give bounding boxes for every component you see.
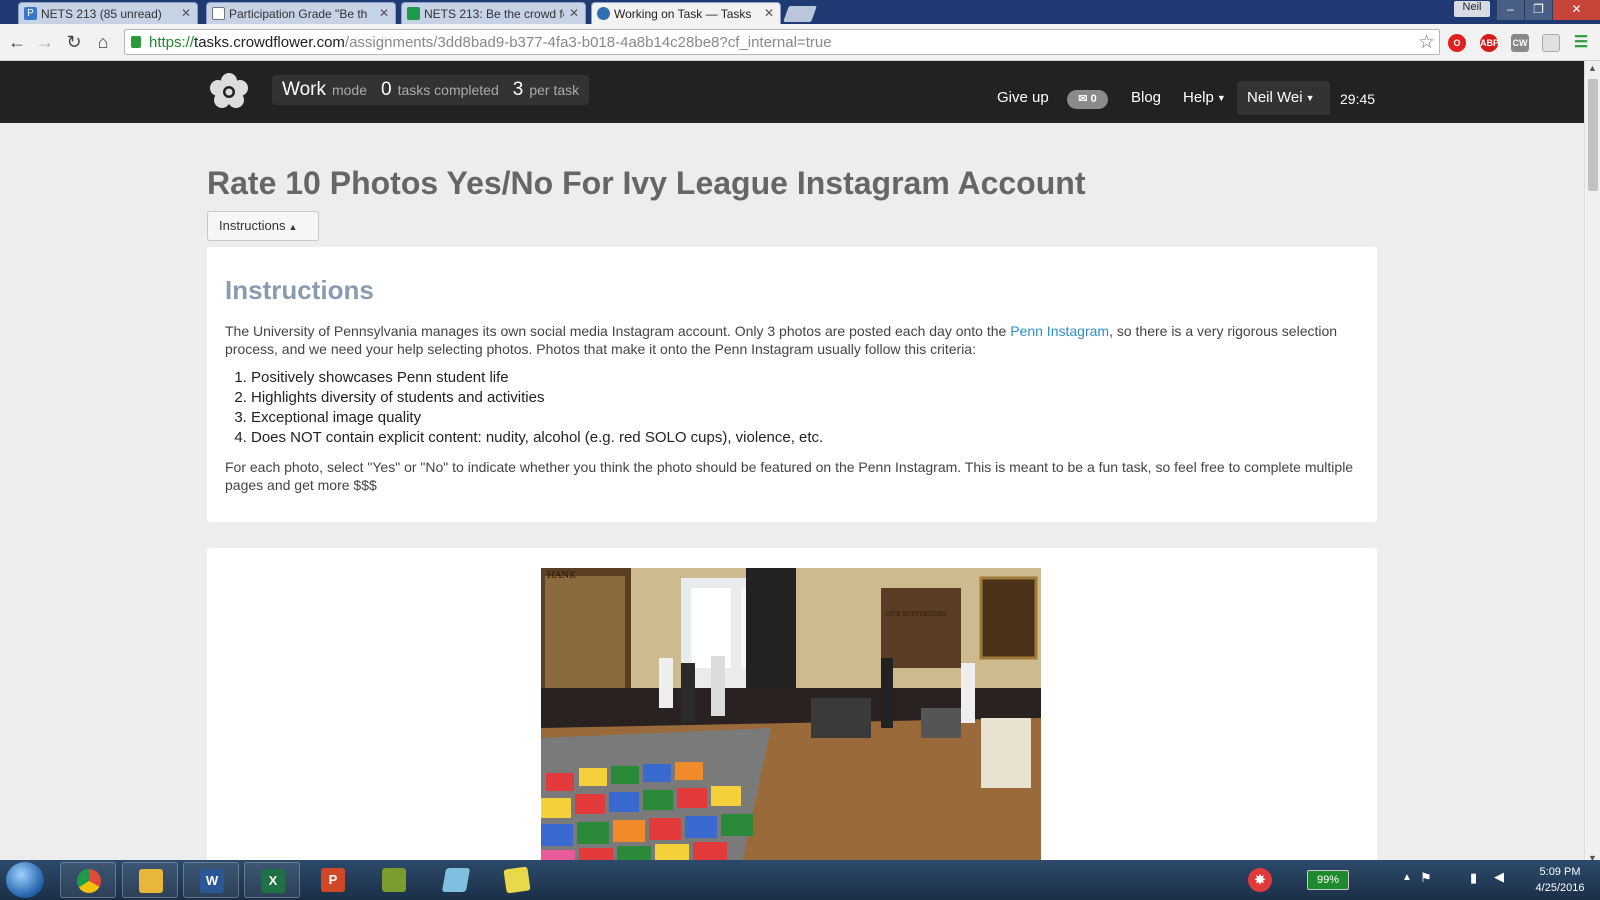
browser-tab[interactable]: NETS 213: Be the crowd fo ✕ — [401, 2, 586, 24]
start-button[interactable] — [6, 862, 44, 898]
instructions-heading: Instructions — [225, 275, 374, 305]
maximize-icon[interactable]: ❐ — [1524, 0, 1552, 20]
home-icon[interactable]: ⌂ — [92, 32, 114, 52]
profile-button[interactable]: Neil — [1454, 1, 1490, 17]
page-icon[interactable] — [1542, 34, 1560, 52]
criteria-list: Positively showcases Penn student life H… — [251, 368, 1359, 448]
powerpoint-icon: P — [321, 868, 345, 892]
browser-tab-strip: P NETS 213 (85 unread) ✕ Participation G… — [0, 0, 1600, 24]
abp-icon[interactable]: ABP — [1480, 34, 1499, 52]
document-icon — [212, 7, 225, 20]
task-timer: 29:45 — [1340, 91, 1376, 107]
opera-icon[interactable]: O — [1448, 34, 1466, 52]
reload-icon[interactable]: ↻ — [63, 32, 85, 52]
taskbar-app-excel[interactable]: X — [244, 862, 300, 898]
taskbar-app-paper[interactable] — [428, 862, 484, 898]
taskbar-app-powerpoint[interactable]: P — [305, 862, 361, 898]
menu-icon[interactable]: ☰ — [1572, 34, 1590, 52]
wall-text: OUR SUPPORTERS — [886, 611, 946, 618]
window-controls: – ❐ ✕ — [1496, 0, 1600, 20]
new-tab-button[interactable] — [783, 6, 817, 22]
scroll-up-icon[interactable]: ▲ — [1588, 63, 1597, 73]
caret-up-icon: ▲ — [288, 221, 298, 232]
page-title: Rate 10 Photos Yes/No For Ivy League Ins… — [207, 165, 1086, 201]
folder-icon — [139, 869, 163, 893]
give-up-link[interactable]: Give up — [997, 89, 1049, 106]
taskbar-app-sticky[interactable] — [489, 862, 545, 898]
app-tray-icon: ✸ — [1248, 868, 1272, 892]
taskbar-app-explorer[interactable] — [122, 862, 178, 898]
excel-icon: X — [261, 869, 285, 893]
instructions-closing: For each photo, select "Yes" or "No" to … — [225, 459, 1354, 493]
caret-down-icon: ▼ — [1216, 93, 1226, 104]
signal-icon[interactable]: ▮ — [1470, 870, 1477, 886]
instructions-toggle-button[interactable]: Instructions ▲ — [207, 211, 319, 241]
address-bar[interactable]: https://tasks.crowdflower.com/assignment… — [124, 29, 1440, 55]
page-scrollbar[interactable]: ▲ ▼ — [1584, 61, 1600, 867]
list-item: Positively showcases Penn student life — [251, 368, 1359, 388]
user-menu[interactable]: Neil Wei ▼ — [1237, 81, 1330, 115]
taskbar-app-word[interactable]: W — [183, 862, 239, 898]
browser-toolbar: ← → ↻ ⌂ https://tasks.crowdflower.com/as… — [0, 24, 1600, 61]
close-icon[interactable]: ✕ — [379, 6, 389, 20]
minimize-icon[interactable]: – — [1496, 0, 1524, 20]
work-stats: Work mode 0 tasks completed 3 per task — [272, 75, 590, 105]
list-item: Does NOT contain explicit content: nudit… — [251, 428, 1359, 448]
mail-icon: ✉ — [1078, 93, 1088, 105]
lock-icon — [131, 36, 141, 48]
close-icon[interactable]: ✕ — [764, 6, 774, 20]
help-menu[interactable]: Help ▼ — [1183, 89, 1226, 106]
scrollbar-thumb[interactable] — [1588, 79, 1598, 191]
forward-icon[interactable]: → — [34, 32, 56, 52]
notes-icon — [382, 868, 406, 892]
browser-tab[interactable]: Participation Grade "Be th ✕ — [206, 2, 396, 24]
word-icon: W — [200, 869, 224, 893]
system-clock[interactable]: 5:09 PM 4/25/2016 — [1530, 864, 1590, 896]
cw-icon[interactable]: CW — [1511, 34, 1529, 52]
spreadsheet-icon — [407, 7, 420, 20]
instructions-panel: Instructions The University of Pennsylva… — [207, 247, 1377, 522]
wall-text: HANK — [547, 571, 576, 581]
bookmark-star-icon[interactable]: ☆ — [1418, 31, 1435, 54]
mail-badge[interactable]: ✉ 0 — [1067, 90, 1108, 109]
sticky-notes-icon — [503, 866, 531, 894]
back-icon[interactable]: ← — [6, 32, 28, 52]
caret-down-icon: ▼ — [1305, 93, 1315, 104]
close-icon[interactable]: ✕ — [181, 6, 191, 20]
paper-icon — [441, 868, 471, 892]
close-icon[interactable]: ✕ — [569, 6, 579, 20]
instructions-intro: The University of Pennsylvania manages i… — [225, 323, 1338, 357]
flag-icon[interactable]: ⚑ — [1420, 870, 1432, 886]
chrome-icon — [77, 869, 101, 893]
show-hidden-icons[interactable]: ▲ — [1402, 872, 1412, 883]
windows-taskbar: W X P ✸ 99% 5:09 PM 4/25/2016 ▲ ⚑ ▮ ◀ — [0, 860, 1600, 900]
task-photo: HANK OUR SUPPORTERS — [541, 568, 1041, 867]
taskbar-app-notes[interactable] — [366, 862, 422, 898]
browser-tab[interactable]: P NETS 213 (85 unread) ✕ — [18, 2, 198, 24]
penn-instagram-link[interactable]: Penn Instagram — [1010, 323, 1109, 339]
taskbar-app-chrome[interactable] — [60, 862, 116, 898]
browser-tab-active[interactable]: Working on Task — Tasks ✕ — [591, 2, 781, 24]
piazza-icon: P — [24, 7, 37, 20]
tray-app[interactable]: ✸ — [1240, 862, 1296, 898]
volume-icon[interactable]: ◀ — [1494, 869, 1504, 885]
list-item: Exceptional image quality — [251, 408, 1359, 428]
close-window-icon[interactable]: ✕ — [1552, 0, 1600, 20]
url-text: https://tasks.crowdflower.com/assignment… — [149, 34, 832, 51]
page-content: Rate 10 Photos Yes/No For Ivy League Ins… — [0, 123, 1584, 867]
crowdflower-icon — [597, 7, 610, 20]
blog-link[interactable]: Blog — [1131, 89, 1161, 106]
site-navbar: Work mode 0 tasks completed 3 per task G… — [0, 61, 1584, 123]
photo-panel: HANK OUR SUPPORTERS — [207, 548, 1377, 867]
battery-indicator[interactable]: 99% — [1307, 870, 1349, 890]
list-item: Highlights diversity of students and act… — [251, 388, 1359, 408]
crowdflower-logo[interactable] — [206, 70, 252, 110]
